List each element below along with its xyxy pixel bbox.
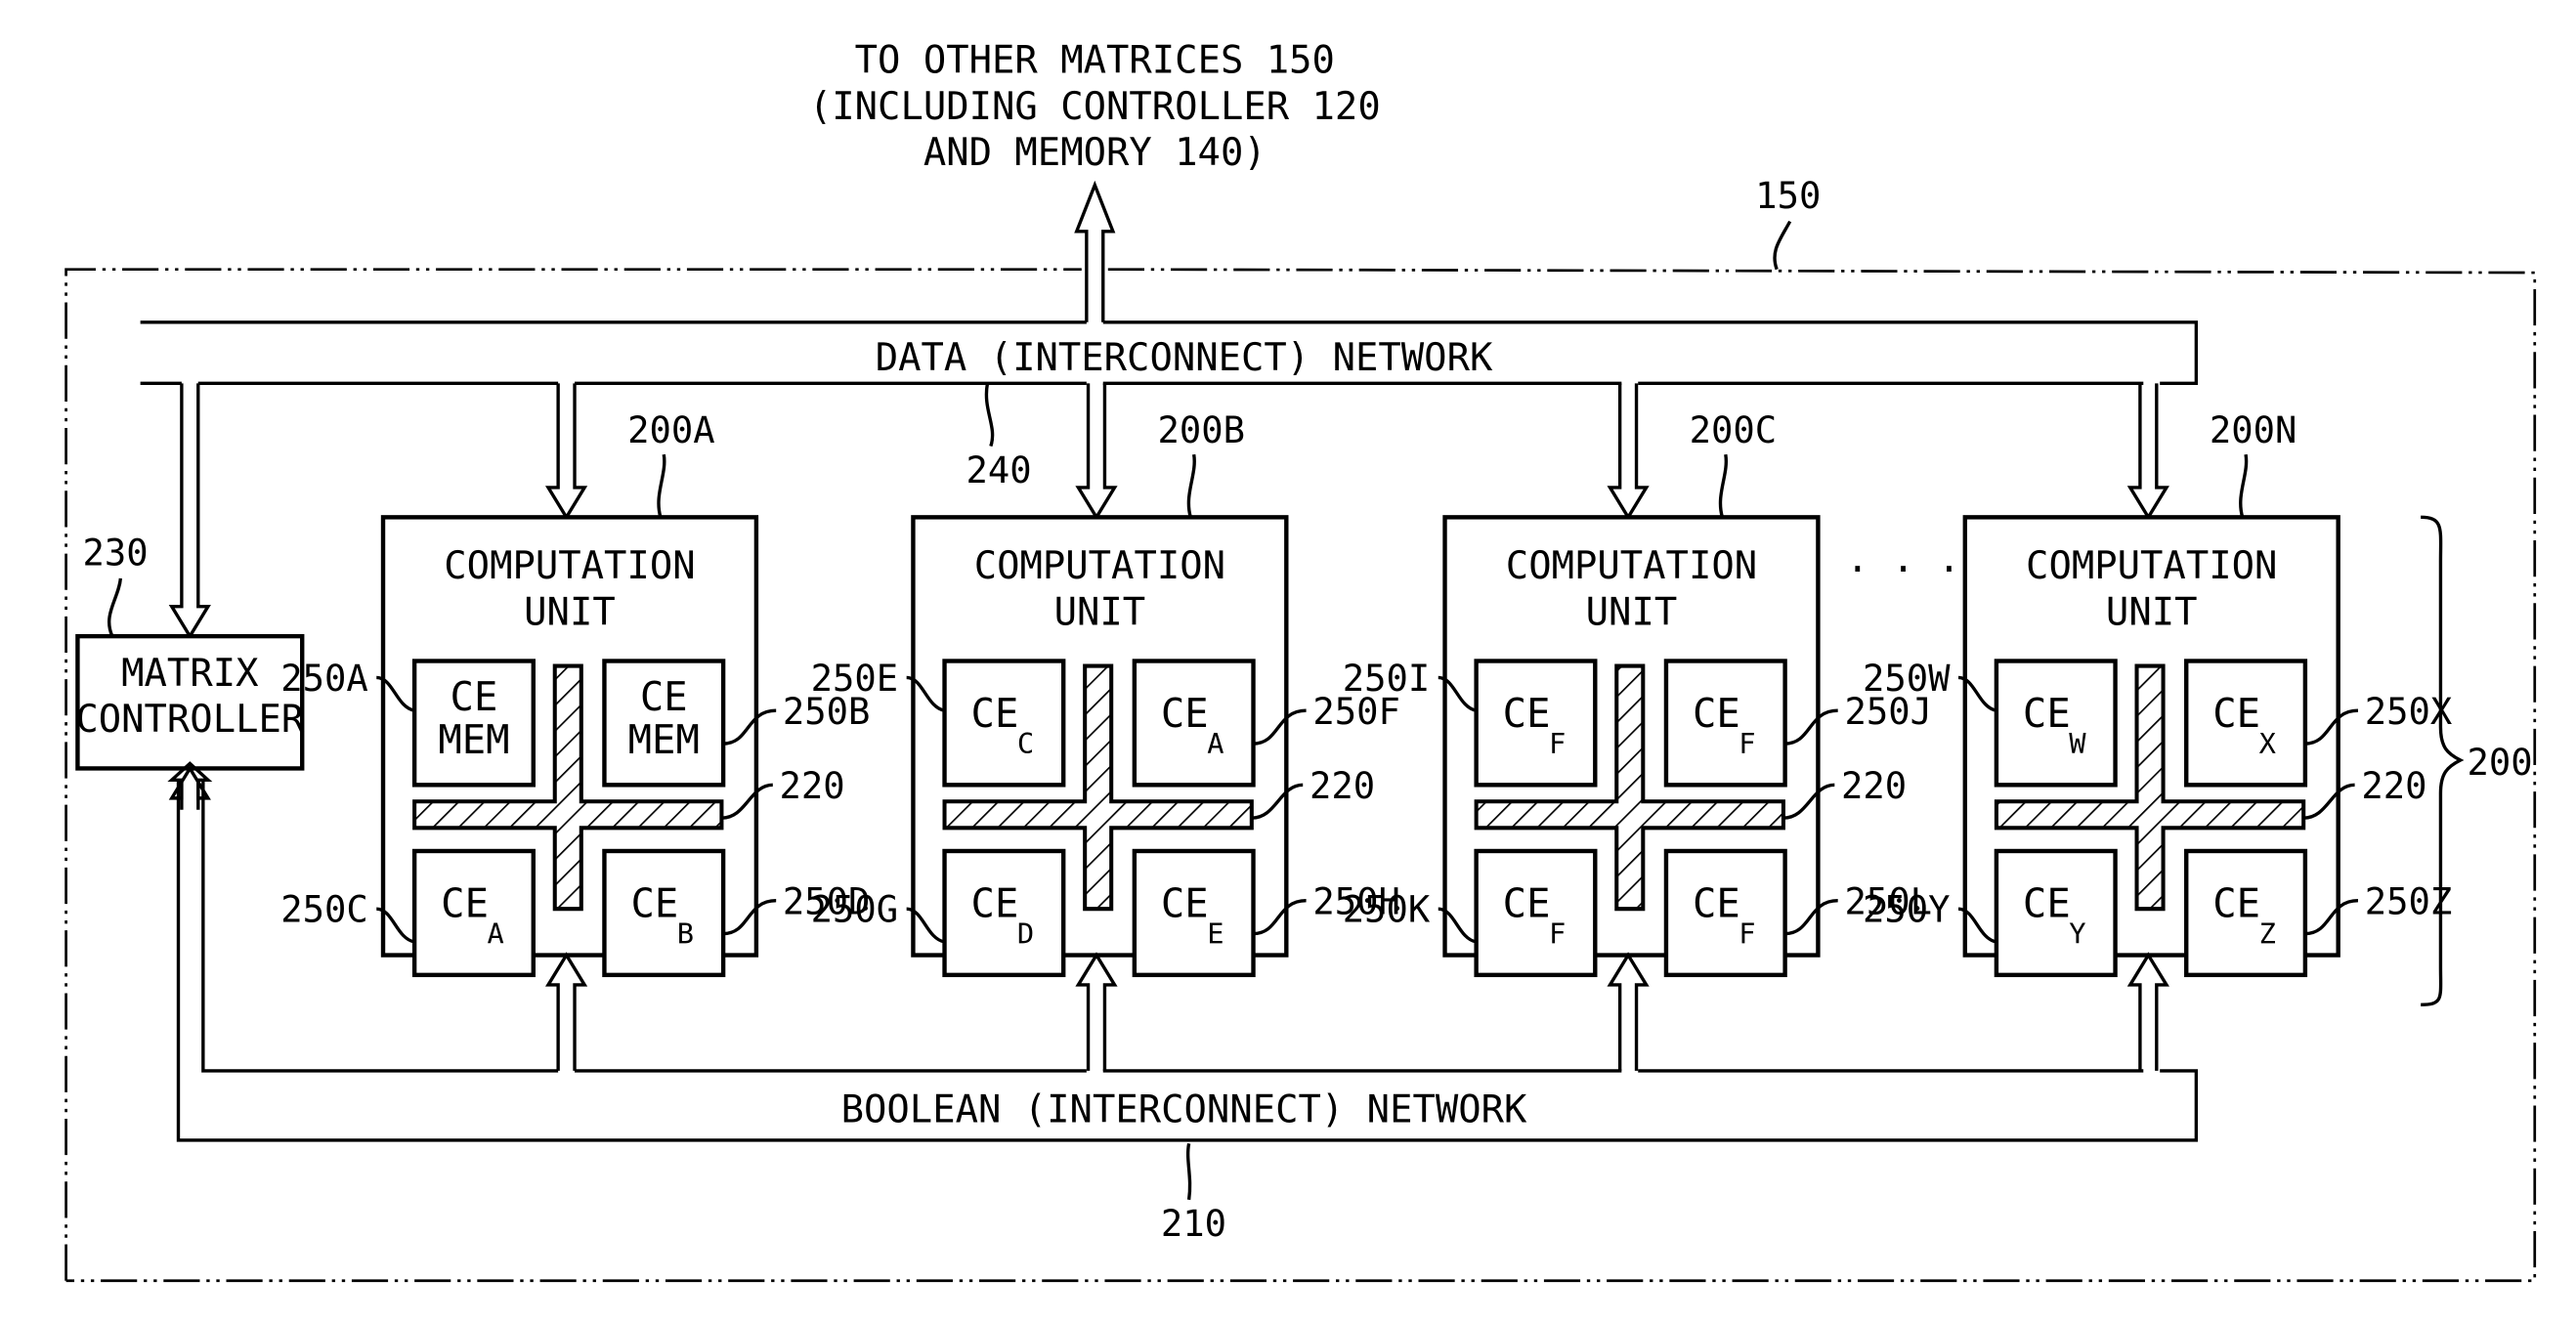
compute-element-subscript: Y <box>2069 917 2085 951</box>
boolean-network-ref-leader <box>1185 1143 1192 1201</box>
unit-data-arrow <box>2126 383 2169 521</box>
compute-element-label: CE <box>971 690 1019 737</box>
compute-element-subscript: F <box>1549 727 1566 760</box>
compute-element-ref: 250G <box>811 888 899 931</box>
matrix-controller-ref: 230 <box>82 531 148 574</box>
compute-element-label: CE <box>441 880 489 927</box>
interconnect-ref-label: 220 <box>2361 764 2426 807</box>
compute-element-subscript: A <box>487 917 503 951</box>
compute-element-subscript: A <box>1207 727 1224 760</box>
compute-element-label: CE <box>971 880 1019 927</box>
compute-element-label: CE <box>1161 690 1209 737</box>
computation-units: COMPUTATIONUNIT200A220CEMEM250A CEMEM250B… <box>280 408 2453 978</box>
compute-element-label: CE <box>451 673 498 720</box>
compute-element-ref: 250K <box>1343 888 1431 931</box>
compute-element-label-line-2: MEM <box>628 716 700 763</box>
unit-title-line-1: COMPUTATION <box>1506 544 1757 588</box>
unit-ref-leader <box>657 453 666 518</box>
compute-element-label: CE <box>1161 880 1209 927</box>
interconnect-ref-label: 220 <box>780 764 845 807</box>
compute-element-subscript: B <box>677 917 694 951</box>
compute-element-subscript: Z <box>2259 917 2276 951</box>
boolean-network-ref: 210 <box>1161 1202 1226 1245</box>
compute-element-label: CE <box>2023 690 2071 737</box>
controller-data-arrow <box>168 383 211 640</box>
unit-title-line-2: UNIT <box>2106 590 2198 634</box>
compute-element-label-line-2: MEM <box>438 716 509 763</box>
matrix-controller-line-2: CONTROLLER <box>75 698 305 742</box>
computation-unit-200n: COMPUTATIONUNIT200N220CEW250WCEX250XCEY2… <box>1863 408 2453 978</box>
unit-ref-leader <box>1186 453 1196 518</box>
compute-element-label: CE <box>1503 880 1551 927</box>
unit-title-line-2: UNIT <box>524 590 616 634</box>
compute-element-subscript: D <box>1017 917 1034 951</box>
compute-element-ref: 250W <box>1863 657 1951 700</box>
unit-group-ref: 200 <box>2467 741 2532 784</box>
unit-boolean-arrow <box>544 952 588 1071</box>
compute-element-subscript: E <box>1207 917 1224 951</box>
unit-data-arrow <box>544 383 588 521</box>
matrix-controller-line-1: MATRIX <box>121 652 259 696</box>
unit-ref-label: 200C <box>1690 408 1778 451</box>
interconnect-ref-label: 220 <box>1841 764 1907 807</box>
compute-element-label: CE <box>2212 690 2260 737</box>
unit-ref-label: 200B <box>1158 408 1246 451</box>
unit-title-line-1: COMPUTATION <box>444 544 695 588</box>
compute-element-label: CE <box>1693 880 1740 927</box>
compute-element-label: CE <box>2023 880 2071 927</box>
compute-element-label: CE <box>640 673 688 720</box>
top-label-line-3: AND MEMORY 140) <box>923 131 1267 175</box>
compute-element-subscript: X <box>2259 727 2277 760</box>
compute-element-label: CE <box>2212 880 2260 927</box>
compute-element-ref: 250C <box>280 888 368 931</box>
external-bus-arrow <box>1074 180 1116 322</box>
data-network: DATA (INTERCONNECT) NETWORK 240 <box>140 320 2199 491</box>
compute-element-ref: 250A <box>280 657 368 700</box>
unit-boolean-arrow <box>1075 952 1118 1071</box>
unit-ref-label: 200N <box>2210 408 2297 451</box>
unit-title-line-1: COMPUTATION <box>2026 544 2277 588</box>
compute-element-subscript: F <box>1739 727 1755 760</box>
compute-element-subscript: W <box>2069 727 2086 760</box>
unit-data-arrow <box>1607 383 1650 521</box>
unit-ref-label: 200A <box>627 408 715 451</box>
unit-ref-leader <box>2239 453 2249 518</box>
external-connection-label: TO OTHER MATRICES 150 (INCLUDING CONTROL… <box>809 38 1381 175</box>
unit-ref-leader <box>1718 453 1729 518</box>
unit-title-line-2: UNIT <box>1054 590 1146 634</box>
matrix-ref-label: 150 <box>1755 174 1821 217</box>
top-label-line-1: TO OTHER MATRICES 150 <box>855 38 1335 82</box>
matrix-architecture-diagram: TO OTHER MATRICES 150 (INCLUDING CONTROL… <box>64 38 2537 1283</box>
compute-element-subscript: F <box>1549 917 1566 951</box>
unit-data-arrow <box>1075 383 1118 521</box>
unit-title-line-2: UNIT <box>1586 590 1678 634</box>
compute-element-label: CE <box>1693 690 1740 737</box>
matrix-ref-leader <box>1773 220 1792 271</box>
unit-group-bracket <box>2421 515 2465 1006</box>
computation-unit-200a: COMPUTATIONUNIT200A220CEMEM250A CEMEM250B… <box>280 408 870 978</box>
data-network-ref-leader <box>984 383 995 448</box>
matrix-controller-ref-leader <box>107 577 123 637</box>
compute-element-subscript: C <box>1017 727 1034 760</box>
compute-element-label: CE <box>1503 690 1551 737</box>
interconnect-ref-label: 220 <box>1309 764 1375 807</box>
boolean-network-label: BOOLEAN (INTERCONNECT) NETWORK <box>841 1087 1527 1131</box>
computation-unit-200b: COMPUTATIONUNIT200B220CEC250ECEA250FCED2… <box>811 408 1400 978</box>
compute-element-ref: 250I <box>1343 657 1431 700</box>
matrix-controller: MATRIX CONTROLLER 230 <box>75 531 305 771</box>
compute-element-ref: 250E <box>811 657 899 700</box>
top-label-line-2: (INCLUDING CONTROLLER 120 <box>809 85 1381 129</box>
compute-element-label: CE <box>630 880 678 927</box>
data-network-ref: 240 <box>966 448 1032 491</box>
unit-boolean-arrow <box>1607 952 1650 1071</box>
data-network-label: DATA (INTERCONNECT) NETWORK <box>876 336 1493 380</box>
compute-element-ref: 250Y <box>1863 888 1951 931</box>
unit-title-line-1: COMPUTATION <box>974 544 1225 588</box>
unit-boolean-arrow <box>2126 952 2169 1071</box>
compute-element-subscript: F <box>1739 917 1755 951</box>
computation-unit-200c: COMPUTATIONUNIT200C220CEF250ICEF250JCEF2… <box>1343 408 1932 978</box>
more-units-ellipsis: . . . <box>1846 537 1960 581</box>
